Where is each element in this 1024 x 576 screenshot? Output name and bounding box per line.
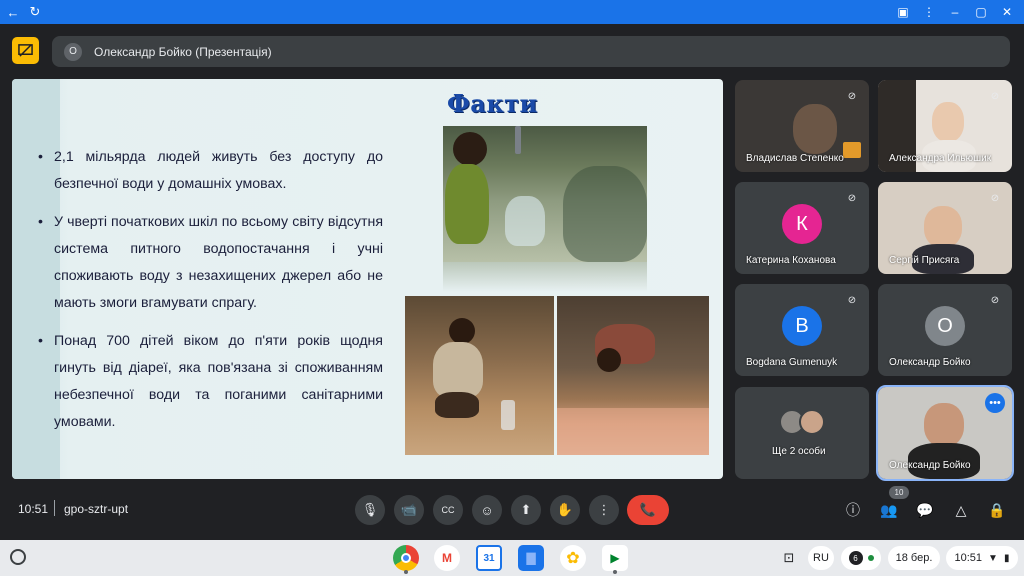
photo-child-drinking-puddle — [557, 296, 709, 455]
participant-name: Катерина Коханова — [746, 255, 836, 266]
notification-tray[interactable]: 6 — [841, 546, 881, 570]
launcher-icon[interactable] — [10, 549, 26, 565]
meeting-time: 10:51 — [18, 502, 49, 516]
chrome-app-icon[interactable] — [393, 545, 419, 574]
chat-button[interactable]: 💬 — [915, 500, 935, 520]
emoji-icon: ☺ — [480, 502, 494, 518]
activities-icon: △ — [955, 501, 967, 518]
presenter-name: Олександр Бойко (Презентація) — [94, 44, 272, 59]
presenter-bar: О Олександр Бойко (Презентація) — [52, 36, 1010, 67]
screen-capture-icon[interactable]: ⊡ — [777, 546, 801, 570]
photo-reflection — [443, 262, 647, 292]
battery-icon: ▮ — [1003, 552, 1010, 564]
host-controls-button[interactable]: 🔒 — [987, 500, 1007, 520]
present-icon: ⬆ — [520, 502, 532, 517]
minimize-icon[interactable]: – — [946, 5, 964, 19]
participant-tile-others[interactable]: Ще 2 особи — [735, 387, 869, 479]
end-call-button[interactable]: 📞 — [627, 495, 669, 525]
mic-button[interactable]: 🎙 — [355, 495, 385, 525]
chat-icon: 💬 — [916, 501, 934, 518]
participant-tile[interactable]: О ⊘ Олександр Бойко — [878, 284, 1012, 376]
mic-off-icon: ⊘ — [990, 294, 1000, 306]
captions-button[interactable]: CC — [433, 495, 463, 525]
more-icon: ⋮ — [597, 502, 611, 517]
participant-name: Олександр Бойко — [889, 357, 971, 368]
participant-name: Владислав Степенко — [746, 153, 844, 164]
mic-off-icon: ⊘ — [847, 90, 857, 102]
participant-tile[interactable]: ⊘ Владислав Степенко — [735, 80, 869, 172]
more-options-icon[interactable]: ••• — [985, 393, 1005, 413]
participant-name: Bogdana Gumenuyk — [746, 357, 838, 368]
participant-avatar: К — [782, 204, 822, 244]
camera-button[interactable]: 📹 — [394, 495, 424, 525]
participant-tile[interactable]: ⊘ Сергій Присяга — [878, 182, 1012, 274]
participant-tile-self[interactable]: ••• Олександр Бойко — [876, 385, 1014, 481]
mic-icon: 🎙 — [361, 502, 379, 517]
presentation-icon[interactable] — [12, 37, 39, 64]
participant-tile[interactable]: B ⊘ Bogdana Gumenuyk — [735, 284, 869, 376]
photo-child-puddle — [405, 296, 554, 455]
slide-bullet: 2,1 мільярда людей живуть без доступу до… — [38, 144, 383, 198]
input-language[interactable]: RU — [808, 546, 834, 570]
status-dot-icon — [867, 555, 874, 561]
present-button[interactable]: ⬆ — [511, 495, 541, 525]
meet-app-icon[interactable]: ▶ — [602, 545, 628, 574]
participant-name: Олександр Бойко — [889, 460, 971, 471]
participant-avatar: О — [925, 306, 965, 346]
camera-icon: 📹 — [400, 502, 418, 517]
mic-off-icon: ⊘ — [847, 294, 857, 306]
cast-icon[interactable]: ▣ — [894, 5, 912, 19]
status-tray[interactable]: 10:51 ▼ ▮ — [946, 546, 1018, 570]
end-call-icon: 📞 — [639, 502, 657, 517]
calendar-app-icon[interactable]: 31 — [476, 545, 502, 571]
mic-off-icon: ⊘ — [990, 90, 1000, 102]
maximize-icon[interactable]: ▢ — [972, 5, 990, 19]
gmail-app-icon[interactable]: M — [434, 545, 460, 571]
people-button[interactable]: 👥 — [879, 500, 899, 520]
participant-avatar: B — [782, 306, 822, 346]
window-controls: ▣ ⋮ – ▢ ✕ — [894, 5, 1016, 19]
mic-off-icon: ⊘ — [990, 192, 1000, 204]
meeting-code: gpo-sztr-upt — [64, 502, 129, 516]
info-icon: ⓘ — [846, 502, 860, 518]
divider — [54, 500, 55, 516]
browser-top-bar: ← ↻ ▣ ⋮ – ▢ ✕ — [0, 0, 1024, 24]
wifi-icon: ▼ — [988, 552, 998, 564]
meeting-info-button[interactable]: ⓘ — [843, 500, 863, 520]
date-tray[interactable]: 18 бер. — [888, 546, 940, 570]
clock: 10:51 — [954, 552, 983, 564]
notification-count: 6 — [848, 551, 863, 565]
slide-title: Факти — [447, 89, 538, 118]
people-icon: 👥 — [880, 501, 898, 518]
participant-tile[interactable]: К ⊘ Катерина Коханова — [735, 182, 869, 274]
raise-hand-button[interactable]: ✋ — [550, 495, 580, 525]
back-icon[interactable]: ← — [4, 3, 22, 21]
files-app-icon[interactable]: ▇ — [518, 545, 544, 571]
captions-icon: CC — [441, 505, 455, 515]
slide-bullets: 2,1 мільярда людей живуть без доступу до… — [38, 144, 383, 447]
lock-icon: 🔒 — [988, 501, 1006, 518]
participant-count-badge: 10 — [889, 486, 909, 499]
photos-app-icon[interactable]: ✿ — [560, 545, 586, 571]
participant-name: Сергій Присяга — [889, 255, 960, 266]
avatar — [799, 409, 825, 435]
reactions-button[interactable]: ☺ — [472, 495, 502, 525]
activities-button[interactable]: △ — [951, 500, 971, 520]
mic-off-icon: ⊘ — [847, 192, 857, 204]
more-options-button[interactable]: ⋮ — [589, 495, 619, 525]
hand-icon: ✋ — [556, 502, 574, 517]
reload-icon[interactable]: ↻ — [26, 3, 44, 21]
participant-tile[interactable]: ⊘ Александра Ильюшик — [878, 80, 1012, 172]
photo-child-drinking-tap — [443, 126, 647, 262]
presenter-avatar: О — [64, 42, 82, 61]
others-avatars — [779, 409, 825, 435]
participant-name: Александра Ильюшик — [889, 153, 992, 164]
close-icon[interactable]: ✕ — [998, 5, 1016, 19]
os-shelf: M 31 ▇ ✿ ▶ ⊡ RU 6 18 бер. 10:51 ▼ ▮ — [0, 540, 1024, 576]
menu-icon[interactable]: ⋮ — [920, 5, 938, 19]
slide-bullet: У чверті початкових шкіл по всьому світу… — [38, 209, 383, 317]
participant-name: Ще 2 особи — [772, 446, 826, 457]
slide-bullet: Понад 700 дітей віком до п'яти років щод… — [38, 328, 383, 436]
presentation-slide: Факти 2,1 мільярда людей живуть без дост… — [12, 79, 723, 479]
